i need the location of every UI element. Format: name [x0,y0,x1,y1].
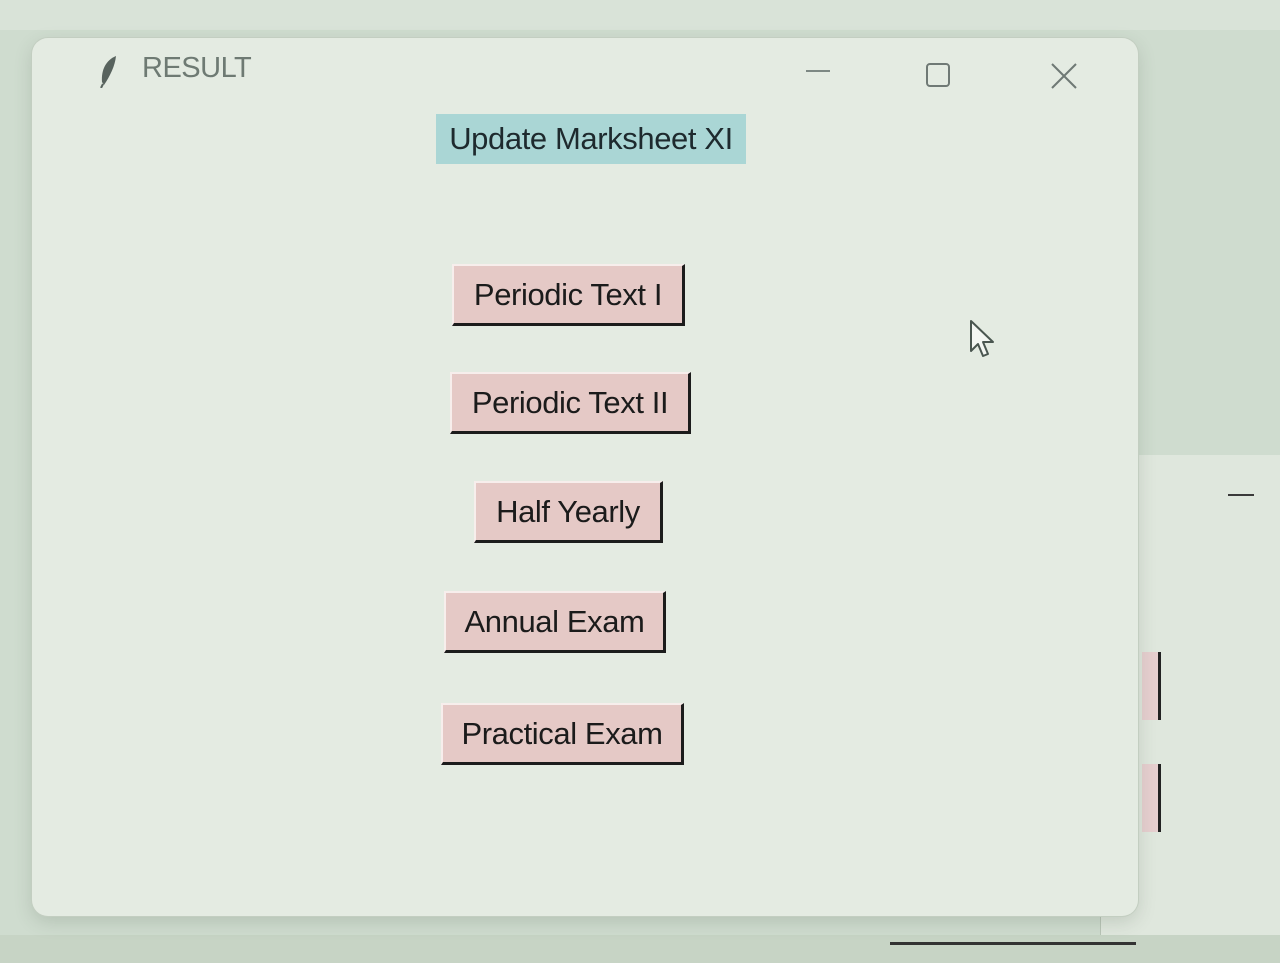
annual-exam-button[interactable]: Annual Exam [444,591,666,653]
background-button-edge [1142,764,1161,832]
background-taskbar-strip [0,935,1280,963]
page-heading: Update Marksheet XI [436,114,746,164]
result-window: RESULT Update Marksheet XI Periodic Text… [32,38,1138,916]
minimize-icon [806,70,830,72]
periodic-test-1-button[interactable]: Periodic Text I [452,264,685,326]
feather-icon [98,54,120,89]
mouse-cursor-icon [969,319,999,361]
background-window-strip [0,0,1280,30]
close-icon [1051,63,1077,89]
maximize-icon [926,63,950,87]
half-yearly-button[interactable]: Half Yearly [474,481,663,543]
maximize-button[interactable] [915,56,963,96]
background-button-edge [1142,652,1161,720]
window-title: RESULT [142,52,252,84]
minimize-button[interactable] [794,56,842,96]
title-bar[interactable]: RESULT [32,38,1138,104]
close-button[interactable] [1040,56,1088,96]
background-window-edge [890,942,1136,945]
background-minimize-icon [1228,494,1254,496]
practical-exam-button[interactable]: Practical Exam [441,703,684,765]
periodic-test-2-button[interactable]: Periodic Text II [450,372,691,434]
